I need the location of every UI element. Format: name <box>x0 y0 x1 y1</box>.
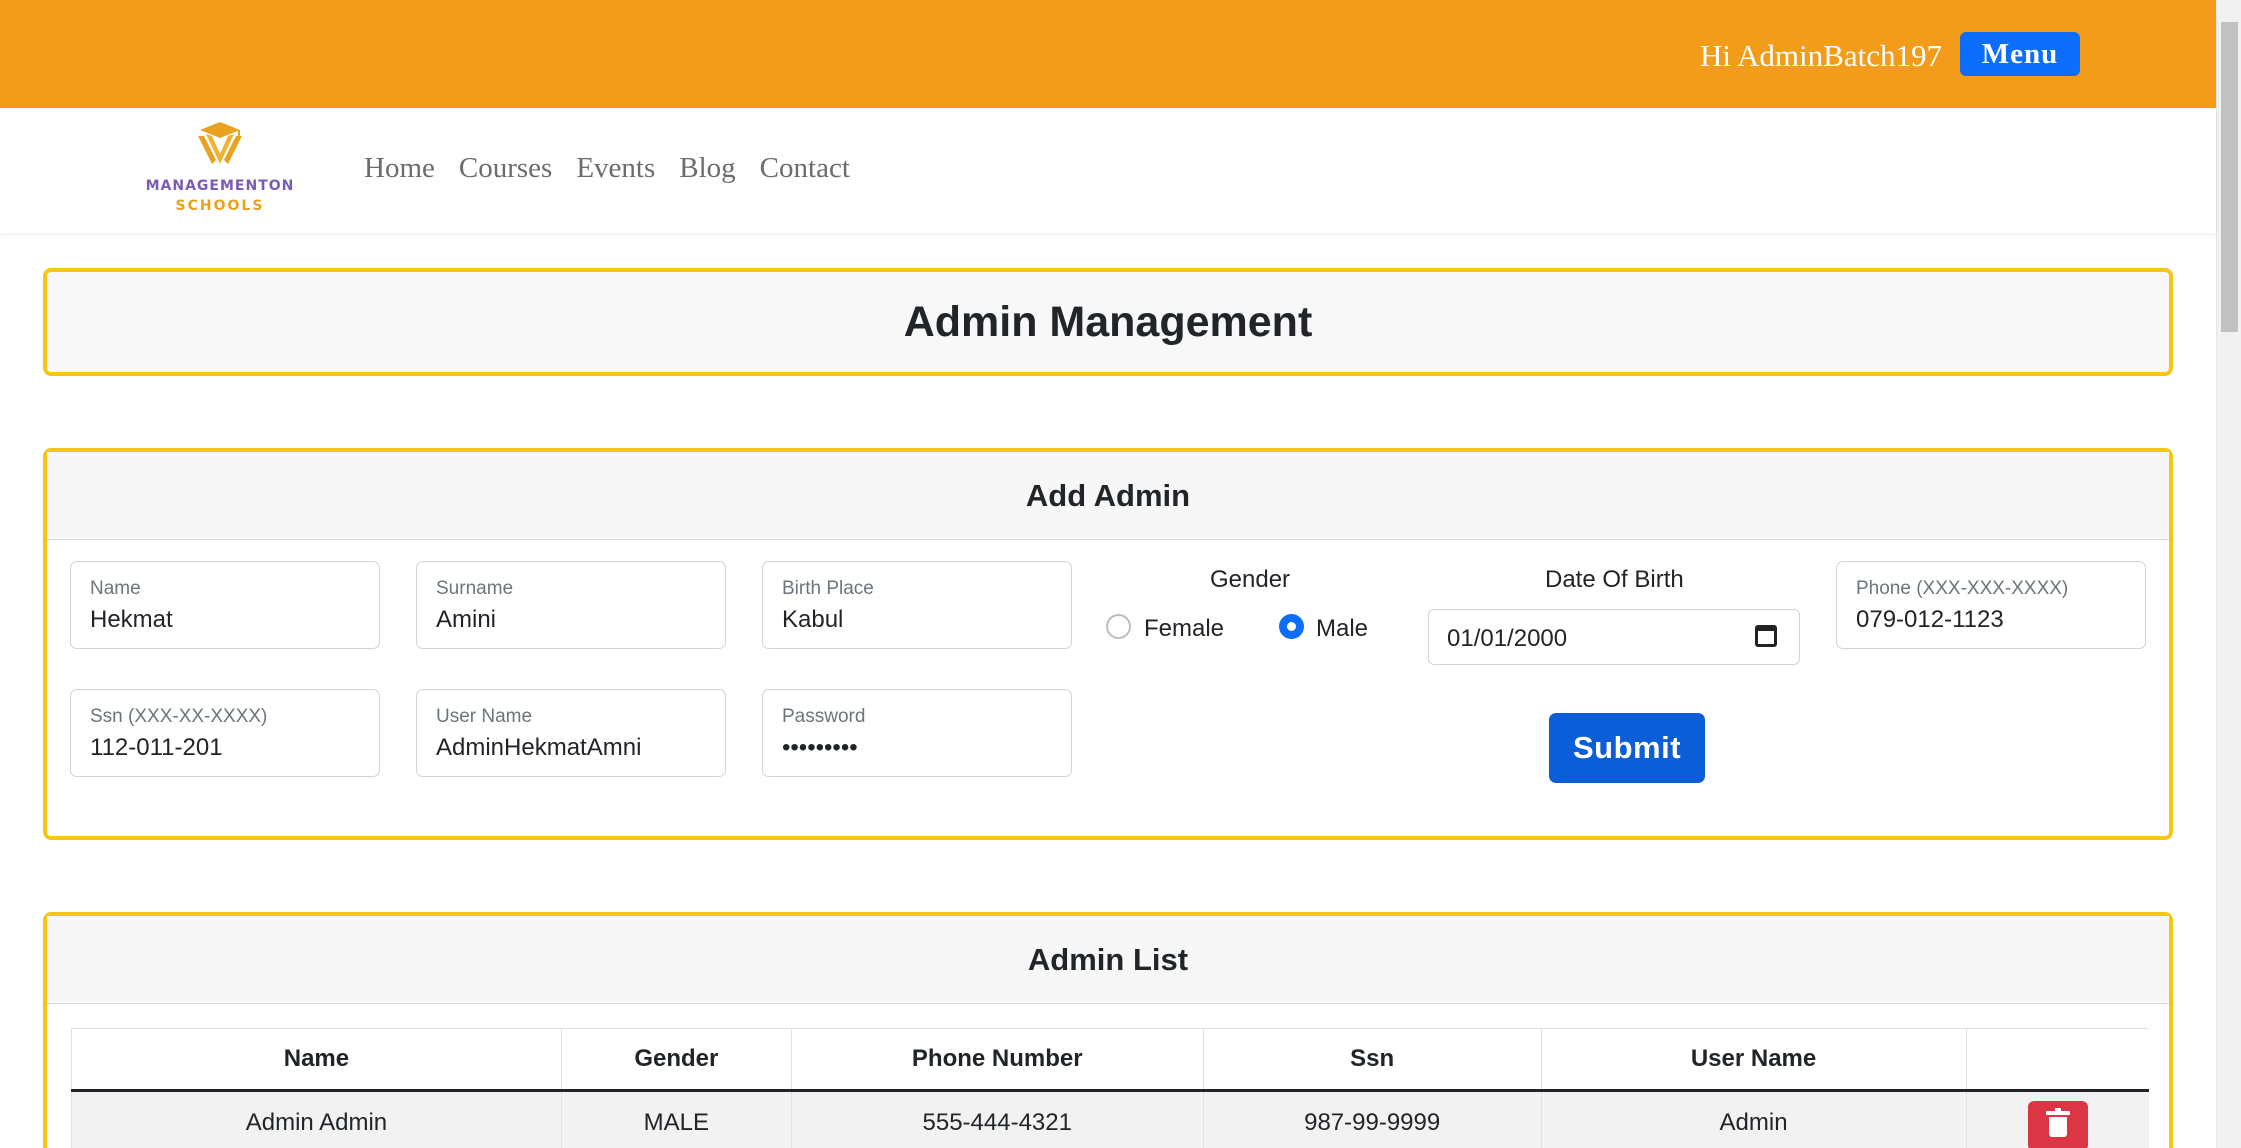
page-title: Admin Management <box>903 298 1313 346</box>
calendar-icon[interactable] <box>1755 625 1777 647</box>
admin-table: Name Gender Phone Number Ssn User Name A… <box>71 1028 2149 1148</box>
phone-field-label: Phone (XXX-XXX-XXXX) <box>1856 578 2069 599</box>
page-scrollbar[interactable] <box>2216 0 2241 1148</box>
logo-text-secondary: SCHOOLS <box>175 198 265 214</box>
gender-radio-male[interactable] <box>1279 614 1304 639</box>
top-bar: Hi AdminBatch197 Menu <box>0 0 2216 108</box>
cell-name: Admin Admin <box>71 1090 562 1148</box>
nav-link-events[interactable]: Events <box>576 152 655 185</box>
add-admin-header: Add Admin <box>47 452 2169 540</box>
navbar: MANAGEMENTON SCHOOLS Home Courses Events… <box>0 108 2216 233</box>
column-header-phone: Phone Number <box>791 1028 1204 1092</box>
cell-phone: 555-444-4321 <box>791 1090 1204 1148</box>
cell-gender: MALE <box>561 1090 792 1148</box>
birth-place-field-label: Birth Place <box>782 578 874 599</box>
name-field[interactable]: Name Hekmat <box>70 561 380 649</box>
column-header-actions <box>1966 1028 2149 1092</box>
nav-link-home[interactable]: Home <box>364 152 435 185</box>
submit-button[interactable]: Submit <box>1549 713 1705 783</box>
table-header-row: Name Gender Phone Number Ssn User Name <box>71 1028 2149 1092</box>
admin-table-wrapper: Name Gender Phone Number Ssn User Name A… <box>71 1028 2149 1148</box>
birth-place-field[interactable]: Birth Place Kabul <box>762 561 1072 649</box>
admin-list-header: Admin List <box>47 916 2169 1004</box>
graduation-cap-logo-icon <box>198 122 242 164</box>
phone-field-value: 079-012-1123 <box>1856 606 2004 633</box>
cell-username: Admin <box>1541 1090 1967 1148</box>
name-field-value: Hekmat <box>90 606 173 633</box>
column-header-name: Name <box>71 1028 562 1092</box>
nav-link-contact[interactable]: Contact <box>760 152 850 185</box>
birth-place-field-value: Kabul <box>782 606 844 633</box>
dob-label: Date Of Birth <box>1545 566 1684 593</box>
cell-actions <box>1966 1090 2149 1148</box>
username-field-label: User Name <box>436 706 533 727</box>
dob-value: 01/01/2000 <box>1447 625 1568 652</box>
password-field[interactable]: Password ••••••••• <box>762 689 1072 777</box>
surname-field[interactable]: Surname Amini <box>416 561 726 649</box>
username-field-value: AdminHekmatAmni <box>436 734 642 761</box>
page-title-card: Admin Management <box>43 268 2173 376</box>
admin-list-card: Admin List Name Gender Phone Number Ssn … <box>43 912 2173 1148</box>
table-row: Admin Admin MALE 555-444-4321 987-99-999… <box>71 1090 2149 1148</box>
logo-text-primary: MANAGEMENTON <box>145 178 295 194</box>
user-greeting: Hi AdminBatch197 <box>1700 38 1942 73</box>
gender-radio-female[interactable] <box>1106 614 1131 639</box>
ssn-field[interactable]: Ssn (XXX-XX-XXXX) 112-011-201 <box>70 689 380 777</box>
gender-label: Gender <box>1210 566 1291 593</box>
gender-option-female-label[interactable]: Female <box>1144 615 1224 643</box>
surname-field-value: Amini <box>436 606 497 633</box>
site-logo[interactable]: MANAGEMENTON SCHOOLS <box>140 120 300 220</box>
delete-button[interactable] <box>2027 1101 2088 1148</box>
column-header-ssn: Ssn <box>1203 1028 1542 1092</box>
gender-option-male-label[interactable]: Male <box>1316 615 1368 643</box>
column-header-username: User Name <box>1541 1028 1967 1092</box>
surname-field-label: Surname <box>436 578 514 599</box>
phone-field[interactable]: Phone (XXX-XXX-XXXX) 079-012-1123 <box>1836 561 2146 649</box>
scrollbar-thumb[interactable] <box>2221 22 2238 332</box>
password-field-label: Password <box>782 706 866 727</box>
dob-input[interactable]: 01/01/2000 <box>1428 609 1800 665</box>
nav-links: Home Courses Events Blog Contact <box>364 152 850 185</box>
ssn-field-value: 112-011-201 <box>90 734 223 761</box>
name-field-label: Name <box>90 578 141 599</box>
nav-link-blog[interactable]: Blog <box>679 152 735 185</box>
ssn-field-label: Ssn (XXX-XX-XXXX) <box>90 706 268 727</box>
trash-icon <box>2045 1108 2070 1138</box>
password-field-value: ••••••••• <box>782 734 858 761</box>
nav-link-courses[interactable]: Courses <box>459 152 552 185</box>
column-header-gender: Gender <box>561 1028 792 1092</box>
username-field[interactable]: User Name AdminHekmatAmni <box>416 689 726 777</box>
menu-button[interactable]: Menu <box>1960 32 2080 76</box>
cell-ssn: 987-99-9999 <box>1203 1090 1542 1148</box>
